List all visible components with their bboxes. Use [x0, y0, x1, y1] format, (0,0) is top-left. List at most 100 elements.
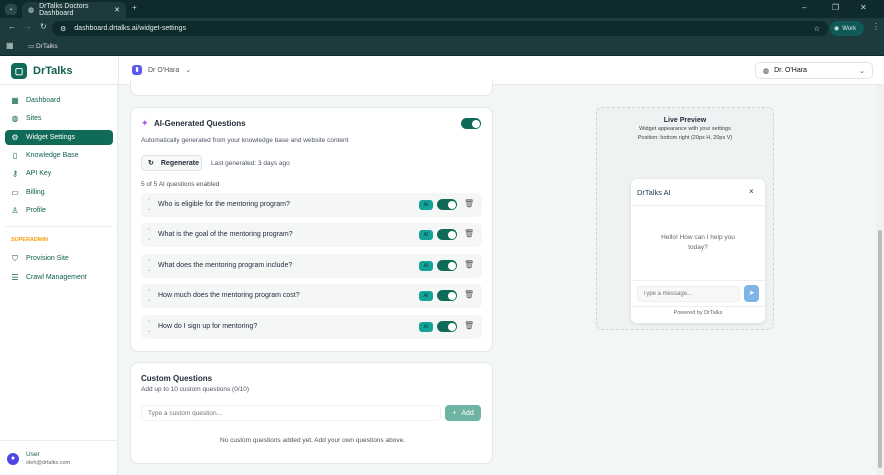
question-row[interactable]: ⌃ ⌄ How do I sign up for mentoring? AI 🗑 [141, 315, 482, 339]
reorder-icon[interactable]: ⌃ ⌄ [147, 319, 151, 335]
database-icon: ☰ [11, 273, 19, 282]
minimize-icon[interactable]: – [802, 3, 806, 12]
sidebar-item-sites[interactable]: ◍ Sites [5, 111, 113, 126]
bookmarks-bar: ▦ ▭ DrTalks [0, 38, 884, 56]
question-toggle[interactable] [437, 321, 457, 332]
trash-icon[interactable]: 🗑 [464, 199, 474, 208]
nav-label: Provision Site [26, 255, 69, 262]
question-toggle[interactable] [437, 290, 457, 301]
question-row[interactable]: ⌃ ⌄ Who is eligible for the mentoring prog… [141, 193, 482, 217]
chat-widget: DrTalks AI × Hello! How can I help you t… [631, 179, 765, 323]
sidebar-item-profile[interactable]: ♙ Profile [5, 203, 113, 218]
scrollbar-thumb[interactable] [878, 230, 882, 468]
browser-tab[interactable]: ◍ DrTalks Doctors Dashboard ✕ [22, 2, 126, 18]
url-bar[interactable]: ⚙ dashboard.drtalks.ai/widget-settings ☆ [52, 21, 828, 36]
enabled-count: 5 of 5 AI questions enabled [141, 181, 220, 188]
apps-icon[interactable]: ▦ [6, 41, 14, 50]
credit-card-icon: ▭ [11, 188, 19, 197]
sidebar-item-provision-site[interactable]: ⛉ Provision Site [5, 251, 113, 266]
question-row[interactable]: ⌃ ⌄ What does the mentoring program includ… [141, 254, 482, 278]
key-icon: ⚷ [12, 169, 18, 178]
logo[interactable]: ▢ DrTalks [11, 63, 73, 79]
sidebar-item-crawl-management[interactable]: ☰ Crawl Management [5, 270, 113, 285]
question-text: How do I sign up for mentoring? [158, 323, 258, 330]
user-email: oleh@drtalks.com [26, 460, 71, 466]
user-icon: ♙ [11, 206, 19, 215]
globe-icon: ◍ [763, 67, 770, 75]
add-button[interactable]: + Add [445, 405, 481, 421]
sidebar-item-api-key[interactable]: ⚷ API Key [5, 166, 113, 181]
tab-title: DrTalks Doctors Dashboard [39, 3, 89, 17]
shield-icon: ⛉ [12, 253, 18, 263]
reload-icon[interactable]: ↻ [40, 22, 47, 31]
close-icon[interactable]: × [749, 187, 754, 196]
profile-label: Work [842, 25, 857, 32]
custom-question-input[interactable] [141, 405, 441, 421]
site-name: Dr O'Hara [148, 66, 180, 74]
reorder-icon[interactable]: ⌃ ⌄ [147, 288, 151, 304]
forward-icon[interactable]: → [24, 22, 32, 31]
chevron-down-icon: ⌄ [185, 67, 192, 74]
preview-position: Position: bottom right (20px H, 20px V) [637, 135, 733, 141]
restore-icon[interactable]: ❐ [832, 3, 839, 12]
plus-icon: + [452, 409, 457, 417]
regenerate-button[interactable]: ↻ Regenerate [141, 155, 202, 171]
gear-icon: ⚙ [11, 133, 19, 142]
card-title: AI-Generated Questions [154, 119, 246, 128]
bookmark-drtalks[interactable]: ▭ DrTalks [28, 42, 58, 50]
message-input[interactable] [637, 286, 740, 302]
ai-questions-toggle[interactable] [461, 118, 481, 129]
address-bar-row: ← → ↻ ⚙ dashboard.drtalks.ai/widget-setti… [0, 18, 884, 38]
new-tab-icon[interactable]: + [132, 3, 137, 12]
sidebar-item-knowledge-base[interactable]: ▯ Knowledge Base [5, 148, 113, 163]
close-tab-icon[interactable]: ✕ [114, 6, 120, 14]
menu-icon[interactable]: ⋮ [872, 22, 880, 31]
sidebar-item-widget-settings[interactable]: ⚙ Widget Settings [5, 130, 113, 145]
book-icon: ▯ [12, 151, 18, 160]
question-text: What is the goal of the mentoring progra… [158, 231, 293, 238]
trash-icon[interactable]: 🗑 [464, 321, 474, 330]
chat-logo-icon: ▢ [11, 63, 27, 79]
preview-title: Live Preview [663, 117, 707, 124]
tab-list-button[interactable]: ⌄ [5, 4, 17, 15]
sidebar-item-dashboard[interactable]: ▦ Dashboard [5, 93, 113, 108]
preview-subtitle: Widget appearance with your settings [639, 126, 731, 132]
site-selector[interactable]: ▮ Dr O'Hara ⌄ [132, 65, 191, 75]
sidebar-item-billing[interactable]: ▭ Billing [5, 185, 113, 200]
folder-icon: ▭ [28, 43, 35, 50]
profile-icon: ◉ [834, 26, 840, 32]
send-button[interactable]: ➤ [744, 285, 759, 302]
nav-label: Billing [26, 189, 45, 196]
ai-badge: AI [419, 291, 433, 301]
nav-label: Dashboard [26, 97, 61, 104]
card-subtitle: Add up to 10 custom questions (0/10) [141, 386, 250, 393]
bookmark-star-icon[interactable]: ☆ [814, 25, 820, 33]
grid-icon: ▦ [11, 96, 19, 105]
reorder-icon[interactable]: ⌃ ⌄ [147, 227, 151, 243]
nav-label: Crawl Management [26, 274, 87, 281]
site-info-icon[interactable]: ⚙ [60, 25, 66, 33]
section-label-superadmin: SUPERADMIN [11, 237, 48, 243]
sidebar: ▦ Dashboard ◍ Sites ⚙ Widget Settings ▯ Know… [0, 85, 118, 475]
divider [5, 226, 113, 227]
reorder-icon[interactable]: ⌃ ⌄ [147, 258, 151, 274]
trash-icon[interactable]: 🗑 [464, 290, 474, 299]
user-avatar[interactable]: ● [7, 453, 19, 465]
profile-button[interactable]: ◉ Work [830, 21, 864, 36]
trash-icon[interactable]: 🗑 [464, 229, 474, 238]
last-generated: Last generated: 3 days ago [211, 160, 290, 167]
account-selector[interactable]: ◍ Dr. O'Hara ⌄ [755, 62, 873, 79]
question-row[interactable]: ⌃ ⌄ How much does the mentoring program co… [141, 284, 482, 308]
sparkle-icon: ✦ [141, 118, 149, 128]
close-window-icon[interactable]: ✕ [860, 3, 867, 12]
question-toggle[interactable] [437, 199, 457, 210]
reorder-icon[interactable]: ⌃ ⌄ [147, 197, 151, 213]
account-name: Dr. O'Hara [774, 67, 807, 74]
question-row[interactable]: ⌃ ⌄ What is the goal of the mentoring prog… [141, 223, 482, 247]
trash-icon[interactable]: 🗑 [464, 260, 474, 269]
back-icon[interactable]: ← [8, 22, 16, 31]
question-toggle[interactable] [437, 229, 457, 240]
scrollbar[interactable] [876, 85, 884, 475]
ai-badge: AI [419, 261, 433, 271]
question-toggle[interactable] [437, 260, 457, 271]
